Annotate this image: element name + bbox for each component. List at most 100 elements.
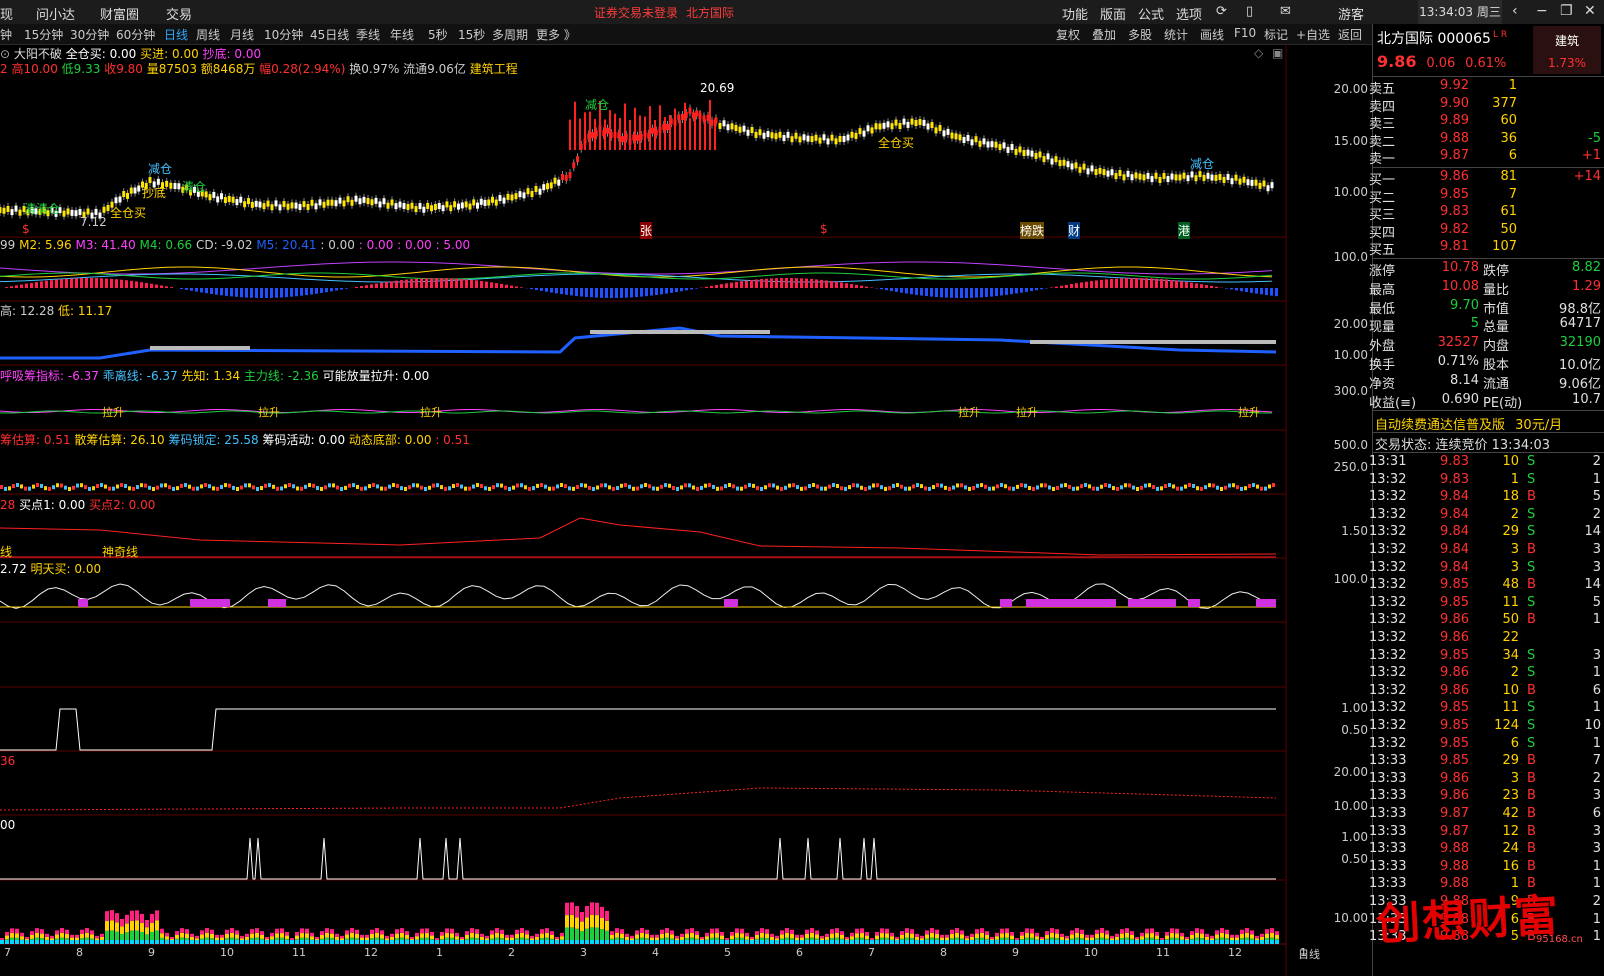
chart-diamond-icon[interactable]: ◇ [1254, 46, 1263, 60]
stat-value: 32527 [1437, 335, 1479, 351]
toolbar-back[interactable]: 返回 [1338, 26, 1362, 43]
period-monthly[interactable]: 月线 [230, 26, 254, 43]
event-marker[interactable]: $ [22, 222, 30, 236]
mail-icon[interactable]: ✉ [1280, 4, 1291, 19]
promo-text[interactable]: 自动续费通达信普及版 [1375, 418, 1505, 433]
candle-body [1074, 162, 1078, 169]
volume-bar [30, 934, 34, 939]
main-info-toggle-icon[interactable]: ⊙ [0, 47, 10, 61]
event-marker[interactable]: 张 [640, 222, 653, 239]
period-yearly[interactable]: 年线 [390, 26, 414, 43]
histogram-bar [300, 288, 303, 296]
period-weekly[interactable]: 周线 [196, 26, 220, 43]
volume-bar [330, 940, 334, 944]
tick-time: 13:33 [1369, 841, 1407, 857]
toolbar-overlay[interactable]: 叠加 [1092, 26, 1116, 43]
toolbar-stats[interactable]: 统计 [1164, 26, 1188, 43]
minimize-icon[interactable]: − [1536, 3, 1548, 19]
ask-row[interactable]: 卖三 9.89 60 [1369, 113, 1604, 132]
volume-bar [20, 932, 24, 937]
period-15min[interactable]: 15分钟 [24, 26, 63, 43]
volume-bar [205, 928, 209, 933]
volume-bar [1275, 931, 1279, 936]
refresh-icon[interactable]: ⟳ [1216, 4, 1227, 19]
period-more[interactable]: 更多 》 [536, 26, 576, 43]
period-5sec[interactable]: 5秒 [428, 26, 448, 43]
period-15sec[interactable]: 15秒 [458, 26, 485, 43]
promo-price[interactable]: 30元/月 [1515, 418, 1562, 433]
ask-row[interactable]: 卖五 9.92 1 [1369, 78, 1604, 97]
volume-bar [835, 940, 839, 944]
close-icon[interactable]: ✕ [1584, 3, 1596, 19]
period-quarterly[interactable]: 季线 [356, 26, 380, 43]
bid-row[interactable]: 买二 9.85 7 [1369, 187, 1604, 206]
menu-item-wenxiaoda[interactable]: 问小达 [36, 4, 75, 23]
period-minute[interactable]: 钟 [0, 26, 12, 43]
volume-bar [930, 932, 934, 938]
phone-icon[interactable]: ▯ [1246, 4, 1253, 19]
restore-icon[interactable]: ❐ [1560, 3, 1573, 19]
candle-body [1270, 182, 1274, 189]
period-30min[interactable]: 30分钟 [70, 26, 109, 43]
event-marker[interactable]: 港 [1178, 222, 1191, 239]
menu-item-trade[interactable]: 交易 [166, 4, 192, 23]
ask-row[interactable]: 卖四 9.90 377 [1369, 96, 1604, 115]
bid-row[interactable]: 买一 9.86 81 +14 [1369, 169, 1604, 188]
candle-body [894, 119, 898, 126]
volume-bar [325, 940, 329, 944]
volume-bar [225, 929, 229, 935]
tick-side: B [1527, 841, 1536, 857]
menu-item-layout[interactable]: 版面 [1100, 4, 1126, 23]
event-marker[interactable]: 榜跌 [1020, 222, 1045, 239]
stat-value: 0.71% [1437, 354, 1479, 369]
chart-panel-icon[interactable]: ▣ [1272, 46, 1283, 60]
histogram-bar [605, 288, 608, 298]
main-info-volume: 量87503 [146, 62, 197, 76]
candle-body [946, 128, 950, 135]
toolbar-multi-stock[interactable]: 多股 [1128, 26, 1152, 43]
signal-label: 减仓 [148, 162, 173, 176]
sector-tag-box[interactable]: 建筑 1.73% [1533, 26, 1601, 74]
volume-bar [570, 914, 574, 928]
period-10min[interactable]: 10分钟 [264, 26, 303, 43]
back-icon[interactable]: ‹ [1512, 3, 1518, 19]
menu-item-function[interactable]: 功能 [1062, 4, 1088, 23]
bid-row[interactable]: 买五 9.81 107 [1369, 239, 1604, 258]
event-marker[interactable]: $ [820, 222, 828, 236]
period-60min[interactable]: 60分钟 [116, 26, 155, 43]
toolbar-draw[interactable]: 画线 [1200, 26, 1224, 43]
promo-line[interactable]: 自动续费通达信普及版 30元/月 [1375, 414, 1562, 433]
date-axis-period: 日线 [1298, 948, 1320, 961]
candle-body [810, 136, 814, 143]
candle-body [778, 131, 782, 138]
menu-item-formula[interactable]: 公式 [1138, 4, 1164, 23]
menu-item-market[interactable]: 现 [0, 4, 13, 23]
histogram-bar [1265, 288, 1268, 296]
ask-row[interactable]: 卖一 9.87 6 +1 [1369, 148, 1604, 167]
toolbar-mark[interactable]: 标记 [1264, 26, 1288, 43]
period-45day[interactable]: 45日线 [310, 26, 349, 43]
volume-bar [945, 934, 949, 938]
user-label[interactable]: 游客 [1338, 4, 1364, 23]
period-multi[interactable]: 多周期 [492, 26, 528, 43]
volume-bar [165, 932, 169, 937]
ask-row[interactable]: 卖二 9.88 36 -5 [1369, 131, 1604, 150]
toolbar-fuquan[interactable]: 复权 [1056, 26, 1080, 43]
trade-login-notice[interactable]: 证券交易未登录 [594, 4, 678, 21]
bid-row[interactable]: 买三 9.83 61 [1369, 204, 1604, 223]
tick-row: 13:32 9.86 10 B 6 [1369, 683, 1604, 701]
toolbar-f10[interactable]: F10 [1234, 26, 1256, 40]
period-daily[interactable]: 日线 [164, 26, 188, 43]
bid-row[interactable]: 买四 9.82 50 [1369, 222, 1604, 241]
toolbar-add-watchlist[interactable]: +自选 [1296, 26, 1330, 43]
menu-item-caifuquan[interactable]: 财富圈 [100, 4, 139, 23]
candle-body [286, 203, 290, 210]
tick-side: B [1527, 858, 1536, 874]
candle-body [354, 195, 358, 202]
menu-item-options[interactable]: 选项 [1176, 4, 1202, 23]
indicator-bar [340, 486, 343, 491]
indicator-bar [636, 486, 639, 491]
event-marker[interactable]: 财 [1068, 222, 1081, 239]
histogram-bar [885, 288, 888, 291]
volume-bar [485, 935, 489, 939]
